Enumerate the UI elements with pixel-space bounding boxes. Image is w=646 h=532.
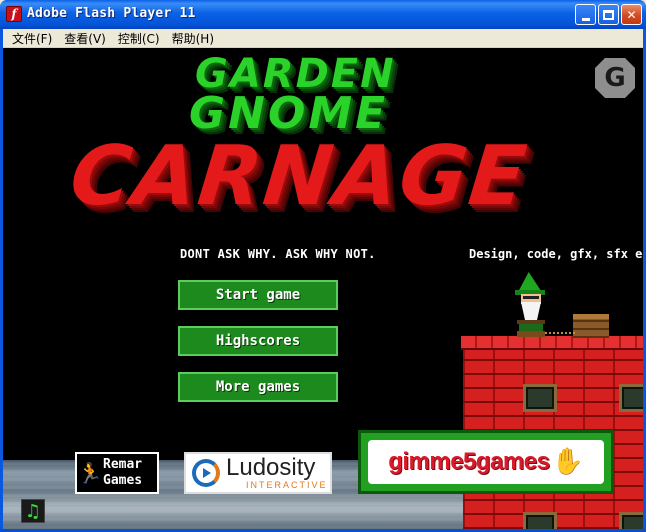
minimize-icon (581, 17, 590, 21)
minimize-button[interactable] (575, 4, 596, 25)
menu-control[interactable]: 控制(C) (113, 30, 165, 47)
menu-view[interactable]: 查看(V) (59, 30, 111, 47)
remar-line2: Games (103, 473, 143, 488)
ludosity-sub: INTERACTIVE (246, 480, 328, 490)
tagline: DONT ASK WHY. ASK WHY NOT. (180, 247, 376, 261)
remar-games-logo[interactable]: 🏃 Remar Games (75, 452, 159, 494)
title-carnage: CARNAGE (66, 129, 533, 224)
chimney (573, 314, 609, 338)
gimme5games-banner[interactable]: gimme5games ✋ (358, 430, 614, 494)
music-toggle-button[interactable]: ♫ (21, 499, 45, 523)
gimme5games-text: gimme5games (388, 448, 550, 475)
start-game-button[interactable]: Start game (178, 280, 338, 310)
ludosity-name: Ludosity (226, 454, 316, 481)
hand-icon: ✋ (551, 447, 584, 477)
highscores-button[interactable]: Highscores (178, 326, 338, 356)
more-games-button[interactable]: More games (178, 372, 338, 402)
title-bar[interactable]: f Adobe Flash Player 11 ✕ (0, 0, 646, 29)
menu-help[interactable]: 帮助(H) (167, 30, 219, 47)
ludosity-logo[interactable]: Ludosity INTERACTIVE (184, 452, 332, 494)
close-button[interactable]: ✕ (621, 4, 642, 25)
chain (545, 326, 575, 334)
menu-file[interactable]: 文件(F) (7, 30, 57, 47)
window-title: Adobe Flash Player 11 (27, 6, 196, 21)
maximize-button[interactable] (598, 4, 619, 25)
garden-gnome-sprite (513, 272, 549, 338)
flash-icon: f (6, 6, 22, 22)
flash-player-window: f Adobe Flash Player 11 ✕ 文件(F) 查看(V) 控制… (0, 0, 646, 532)
remar-line1: Remar (103, 457, 143, 472)
house-window (523, 512, 557, 529)
running-man-icon: 🏃 (77, 461, 103, 485)
menu-bar: 文件(F) 查看(V) 控制(C) 帮助(H) (3, 29, 643, 48)
music-note-icon: ♫ (24, 500, 42, 522)
house-window (523, 384, 557, 412)
house-window (619, 384, 643, 412)
credits-ticker: Design, code, gfx, sfx ed (469, 247, 643, 261)
close-icon: ✕ (626, 7, 637, 22)
maximize-icon (603, 9, 614, 20)
game-stage[interactable]: GARDEN GNOME CARNAGE G DONT ASK WHY. ASK… (3, 48, 643, 529)
house-window (619, 512, 643, 529)
g-logo-icon[interactable]: G (595, 58, 635, 98)
house-roof (461, 336, 643, 350)
ludosity-play-icon (192, 459, 220, 487)
